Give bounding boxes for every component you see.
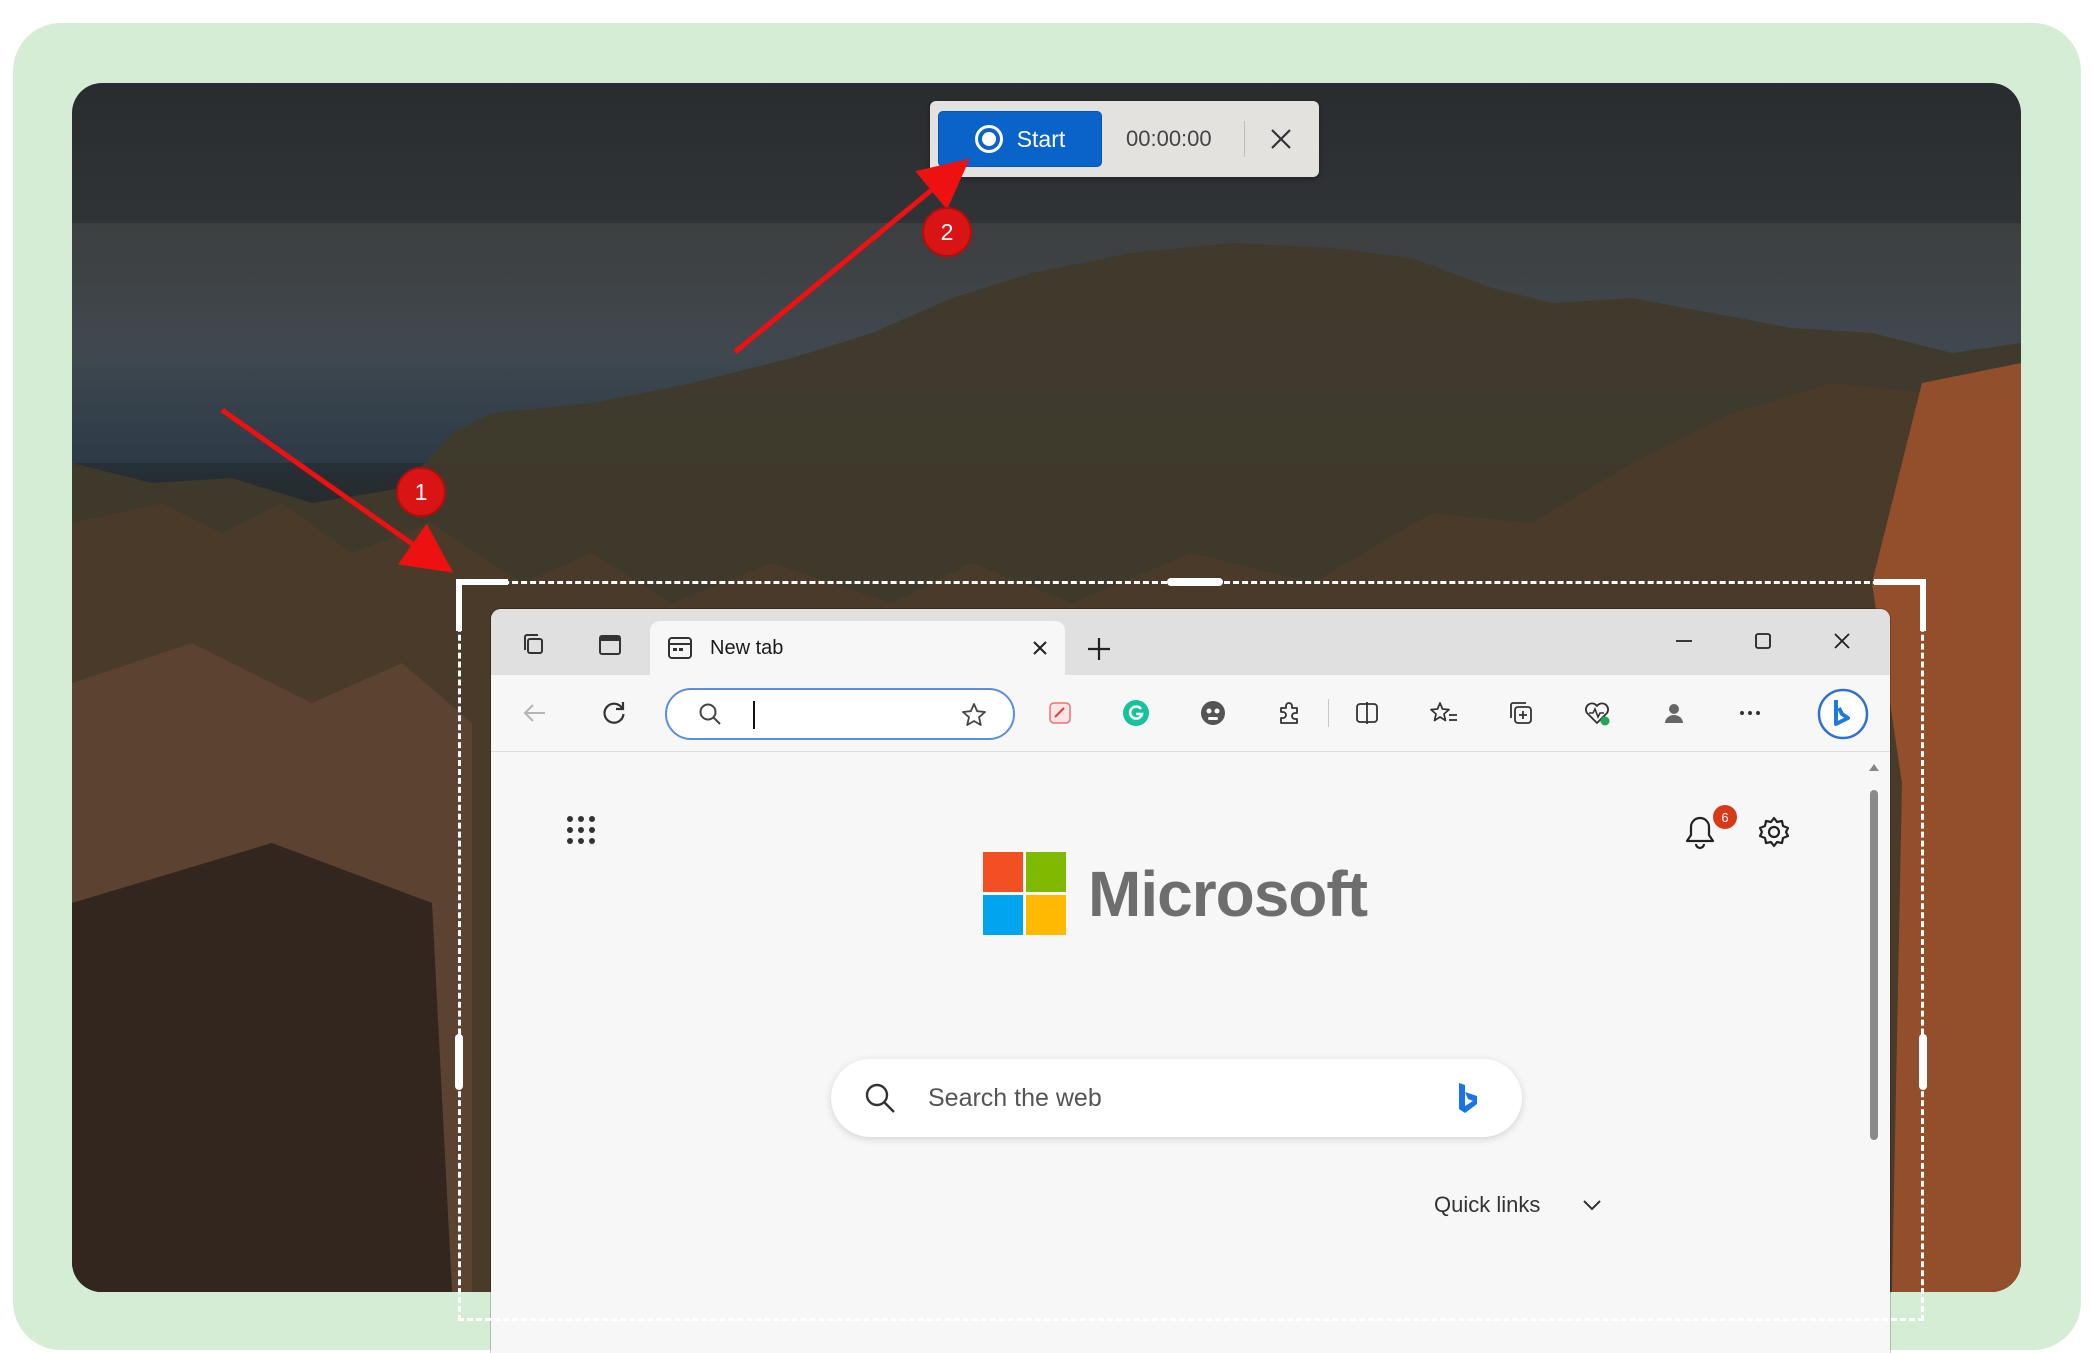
- resize-handle-right[interactable]: [1919, 1034, 1927, 1090]
- recording-area-selection[interactable]: [455, 578, 1927, 1321]
- start-recording-button[interactable]: Start: [938, 111, 1102, 167]
- step-badge-2: 2: [922, 207, 972, 257]
- resize-corner-top-left[interactable]: [456, 579, 508, 631]
- screen-recorder-toolbar: Start 00:00:00: [930, 101, 1319, 177]
- close-recorder-button[interactable]: [1259, 117, 1303, 161]
- resize-handle-left[interactable]: [455, 1034, 463, 1090]
- resize-handle-top[interactable]: [1167, 578, 1223, 586]
- record-icon: [974, 125, 1003, 153]
- close-icon: [1271, 129, 1291, 149]
- resize-corner-top-right[interactable]: [1874, 579, 1926, 631]
- start-label: Start: [1016, 125, 1066, 152]
- toolbar-divider: [1244, 121, 1245, 157]
- recording-timer: 00:00:00: [1126, 126, 1212, 151]
- step-badge-1: 1: [396, 467, 446, 517]
